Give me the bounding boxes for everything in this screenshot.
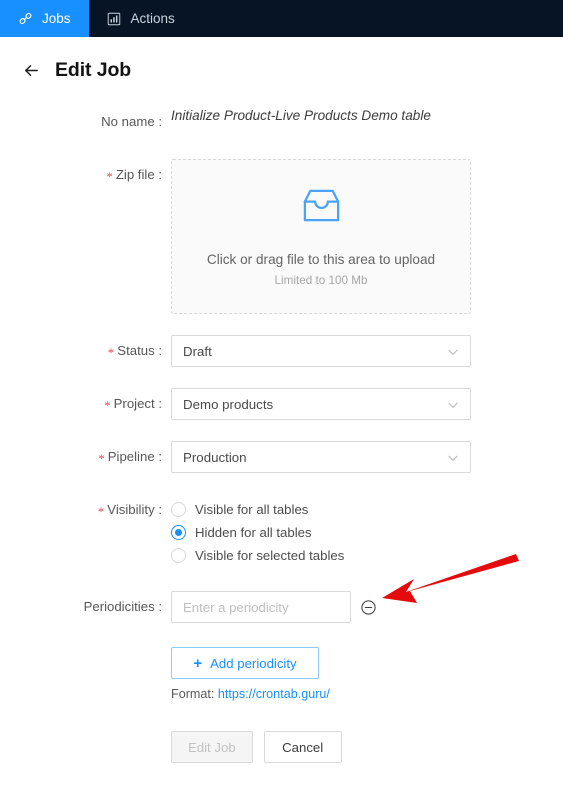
file-upload-dropzone[interactable]: Click or drag file to this area to uploa… xyxy=(171,159,471,314)
bar-chart-icon xyxy=(107,11,122,26)
chevron-down-icon xyxy=(447,398,459,410)
status-select-value: Draft xyxy=(183,343,212,359)
form-row-visibility: * Visibility : Visible for all tables Hid… xyxy=(0,494,563,567)
project-label: * Project : xyxy=(104,396,162,413)
link-icon xyxy=(18,11,33,26)
radio-indicator xyxy=(171,524,186,540)
pipeline-select[interactable]: Production xyxy=(171,441,471,473)
chevron-down-icon xyxy=(447,345,459,357)
form-row-pipeline: * Pipeline : Production xyxy=(0,441,563,473)
job-name-value: Initialize Product-Live Products Demo ta… xyxy=(171,108,431,123)
nav-tab-label: Jobs xyxy=(42,11,71,26)
status-label: * Status : xyxy=(107,343,162,360)
zip-file-label: * Zip file : xyxy=(106,167,162,184)
visibility-radio-group: Visible for all tables Hidden for all ta… xyxy=(171,494,563,566)
top-navigation-bar: Jobs Actions xyxy=(0,0,563,37)
upload-primary-text: Click or drag file to this area to uploa… xyxy=(206,251,436,267)
format-hint: Format: https://crontab.guru/ xyxy=(171,687,563,701)
add-periodicity-label: Add periodicity xyxy=(210,655,297,671)
inbox-icon xyxy=(300,187,343,230)
periodicity-entry-row xyxy=(171,591,563,623)
periodicity-input[interactable] xyxy=(171,591,351,623)
form-row-periodicities: Periodicities : xyxy=(0,591,563,623)
project-select-value: Demo products xyxy=(183,396,274,412)
form-row-project: * Project : Demo products xyxy=(0,388,563,420)
nav-tab-label: Actions xyxy=(130,11,175,26)
plus-icon: + xyxy=(193,654,203,672)
upload-secondary-text: Limited to 100 Mb xyxy=(274,273,368,287)
format-prefix: Format: xyxy=(171,687,215,701)
page-title: Edit Job xyxy=(55,59,132,81)
status-select[interactable]: Draft xyxy=(171,335,471,367)
radio-indicator xyxy=(171,547,186,563)
page-header: Edit Job xyxy=(0,37,563,96)
name-label: No name : xyxy=(101,114,162,129)
radio-label: Visible for all tables xyxy=(195,501,309,517)
form-row-status: * Status : Draft xyxy=(0,335,563,367)
form-row-name: No name : Initialize Product-Live Produc… xyxy=(0,106,563,138)
radio-hidden-all-tables[interactable]: Hidden for all tables xyxy=(171,521,563,543)
visibility-label: * Visibility : xyxy=(97,502,162,519)
radio-indicator xyxy=(171,501,186,517)
radio-visible-selected-tables[interactable]: Visible for selected tables xyxy=(171,544,563,566)
form-row-zip-file: * Zip file : Click or drag file to this a… xyxy=(0,159,563,314)
periodicities-label: Periodicities : xyxy=(83,599,162,614)
required-marker: * xyxy=(104,398,111,413)
required-marker: * xyxy=(107,345,115,360)
pipeline-label: * Pipeline : xyxy=(98,449,162,466)
required-marker: * xyxy=(106,169,113,184)
nav-tab-jobs[interactable]: Jobs xyxy=(0,0,89,37)
cancel-button[interactable]: Cancel xyxy=(263,731,342,763)
project-select[interactable]: Demo products xyxy=(171,388,471,420)
crontab-guru-link[interactable]: https://crontab.guru/ xyxy=(218,687,330,701)
form-action-buttons: Edit Job Cancel xyxy=(171,731,563,763)
required-marker: * xyxy=(98,451,105,466)
nav-tab-actions[interactable]: Actions xyxy=(89,0,193,37)
required-marker: * xyxy=(97,504,105,519)
pipeline-select-value: Production xyxy=(183,449,247,465)
chevron-down-icon xyxy=(447,451,459,463)
edit-job-form: No name : Initialize Product-Live Produc… xyxy=(0,96,563,763)
radio-label: Visible for selected tables xyxy=(195,547,345,563)
radio-visible-all-tables[interactable]: Visible for all tables xyxy=(171,498,563,520)
add-periodicity-button[interactable]: + Add periodicity xyxy=(171,647,319,679)
radio-label: Hidden for all tables xyxy=(195,524,312,540)
edit-job-submit-button[interactable]: Edit Job xyxy=(171,731,253,763)
form-row-add-periodicity: + Add periodicity Format: https://cronta… xyxy=(0,647,563,763)
minus-circle-icon[interactable] xyxy=(360,599,377,616)
arrow-left-icon[interactable] xyxy=(22,61,41,80)
